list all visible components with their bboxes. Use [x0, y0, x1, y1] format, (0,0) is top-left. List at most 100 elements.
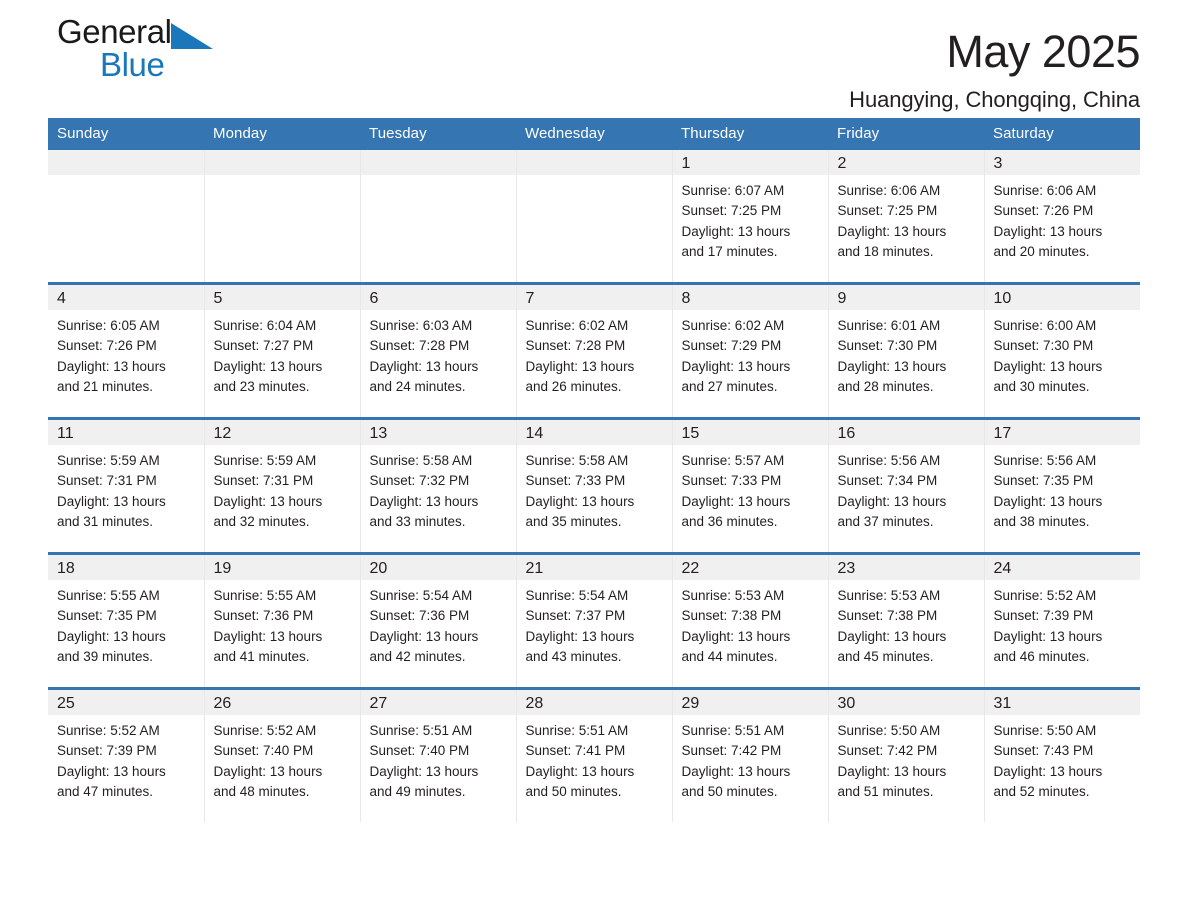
sunset-line: Sunset: 7:35 PM — [57, 608, 157, 624]
day-cell-details — [48, 175, 204, 181]
day-number-band — [204, 150, 360, 175]
day-cell-details — [205, 175, 360, 181]
daylight-line-1: Daylight: 13 hours — [837, 493, 947, 509]
day-cell-details: Sunrise: 5:53 AM Sunset: 7:38 PM Daylight:… — [673, 580, 828, 667]
calendar-day-cell[interactable]: 14 Sunrise: 5:58 AM Sunset: 7:33 PM Dayligh… — [516, 417, 673, 554]
day-number-band: 29 — [672, 690, 828, 715]
sunset-line: Sunset: 7:35 PM — [993, 473, 1094, 489]
daylight-line-1: Daylight: 13 hours — [681, 763, 791, 779]
calendar-day-cell[interactable]: 6 Sunrise: 6:03 AM Sunset: 7:28 PM Daylight… — [360, 282, 517, 419]
calendar-day-cell[interactable]: 15 Sunrise: 5:57 AM Sunset: 7:33 PM Dayligh… — [672, 417, 829, 554]
day-number-band: 14 — [516, 420, 672, 445]
day-number-band: 11 — [48, 420, 204, 445]
calendar-day-cell[interactable]: 7 Sunrise: 6:02 AM Sunset: 7:28 PM Daylight… — [516, 282, 673, 419]
calendar-day-cell[interactable]: 17 Sunrise: 5:56 AM Sunset: 7:35 PM Dayligh… — [984, 417, 1140, 554]
calendar-week-row: 11 Sunrise: 5:59 AM Sunset: 7:31 PM Dayligh… — [48, 417, 1140, 554]
day-number: 2 — [837, 155, 847, 172]
calendar-day-cell[interactable]: 20 Sunrise: 5:54 AM Sunset: 7:36 PM Dayligh… — [360, 552, 517, 689]
sunset-line: Sunset: 7:37 PM — [525, 608, 626, 624]
calendar-day-cell[interactable]: 18 Sunrise: 5:55 AM Sunset: 7:35 PM Dayligh… — [48, 552, 205, 689]
calendar-day-cell[interactable]: 2 Sunrise: 6:06 AM Sunset: 7:25 PM Daylight… — [828, 150, 985, 284]
calendar-day-cell[interactable]: 13 Sunrise: 5:58 AM Sunset: 7:32 PM Dayligh… — [360, 417, 517, 554]
daylight-line-1: Daylight: 13 hours — [213, 628, 323, 644]
calendar-day-cell[interactable]: 28 Sunrise: 5:51 AM Sunset: 7:41 PM Dayligh… — [516, 687, 673, 822]
day-number: 21 — [525, 560, 544, 577]
daylight-line-1: Daylight: 13 hours — [213, 493, 323, 509]
calendar-day-cell[interactable]: 19 Sunrise: 5:55 AM Sunset: 7:36 PM Dayligh… — [204, 552, 361, 689]
sunset-line: Sunset: 7:38 PM — [681, 608, 782, 624]
calendar-day-cell[interactable]: 22 Sunrise: 5:53 AM Sunset: 7:38 PM Dayligh… — [672, 552, 829, 689]
calendar-week-row: 4 Sunrise: 6:05 AM Sunset: 7:26 PM Daylight… — [48, 282, 1140, 419]
calendar-day-cell[interactable]: 8 Sunrise: 6:02 AM Sunset: 7:29 PM Daylight… — [672, 282, 829, 419]
day-cell-details: Sunrise: 5:50 AM Sunset: 7:43 PM Daylight:… — [985, 715, 1141, 802]
sunrise-line: Sunrise: 6:03 AM — [369, 318, 473, 333]
calendar-day-cell[interactable]: 27 Sunrise: 5:51 AM Sunset: 7:40 PM Dayligh… — [360, 687, 517, 822]
sunset-line: Sunset: 7:26 PM — [57, 338, 157, 354]
calendar-day-cell[interactable]: 4 Sunrise: 6:05 AM Sunset: 7:26 PM Daylight… — [48, 282, 205, 419]
day-number: 25 — [57, 695, 75, 712]
day-cell-details: Sunrise: 5:57 AM Sunset: 7:33 PM Daylight:… — [673, 445, 828, 532]
general-blue-logo[interactable]: General Blue — [57, 12, 357, 104]
weekday-header-row: Sunday Monday Tuesday Wednesday Thursday… — [48, 118, 1140, 150]
daylight-line-1: Daylight: 13 hours — [993, 223, 1103, 239]
day-number-band: 13 — [360, 420, 516, 445]
sunset-line: Sunset: 7:27 PM — [213, 338, 314, 354]
daylight-line-2: and 38 minutes. — [993, 513, 1090, 529]
calendar-day-cell[interactable]: 9 Sunrise: 6:01 AM Sunset: 7:30 PM Daylight… — [828, 282, 985, 419]
sunrise-line: Sunrise: 6:02 AM — [681, 318, 785, 333]
day-number: 18 — [57, 560, 75, 577]
calendar-day-cell[interactable]: 30 Sunrise: 5:50 AM Sunset: 7:42 PM Dayligh… — [828, 687, 985, 822]
sunset-line: Sunset: 7:28 PM — [369, 338, 470, 354]
sunrise-line: Sunrise: 5:56 AM — [837, 453, 941, 468]
daylight-line-2: and 41 minutes. — [213, 648, 310, 664]
daylight-line-2: and 24 minutes. — [369, 378, 466, 394]
daylight-line-2: and 35 minutes. — [525, 513, 622, 529]
day-cell-details: Sunrise: 5:59 AM Sunset: 7:31 PM Daylight:… — [205, 445, 360, 532]
calendar-day-cell[interactable]: 12 Sunrise: 5:59 AM Sunset: 7:31 PM Dayligh… — [204, 417, 361, 554]
sunrise-line: Sunrise: 6:06 AM — [837, 183, 941, 198]
calendar-day-cell[interactable]: 25 Sunrise: 5:52 AM Sunset: 7:39 PM Dayligh… — [48, 687, 205, 822]
daylight-line-1: Daylight: 13 hours — [57, 493, 166, 509]
sunrise-line: Sunrise: 5:59 AM — [213, 453, 317, 468]
calendar-day-cell[interactable]: 26 Sunrise: 5:52 AM Sunset: 7:40 PM Dayligh… — [204, 687, 361, 822]
daylight-line-2: and 31 minutes. — [57, 513, 154, 529]
sunrise-line: Sunrise: 5:56 AM — [993, 453, 1097, 468]
day-number-band: 20 — [360, 555, 516, 580]
sunrise-line: Sunrise: 6:00 AM — [993, 318, 1097, 333]
daylight-line-2: and 33 minutes. — [369, 513, 466, 529]
day-cell-details: Sunrise: 6:06 AM Sunset: 7:25 PM Daylight:… — [829, 175, 984, 262]
calendar-day-cell[interactable]: 23 Sunrise: 5:53 AM Sunset: 7:38 PM Dayligh… — [828, 552, 985, 689]
day-cell-details: Sunrise: 5:51 AM Sunset: 7:40 PM Daylight:… — [361, 715, 516, 802]
day-number-band: 15 — [672, 420, 828, 445]
daylight-line-1: Daylight: 13 hours — [681, 223, 791, 239]
calendar-week-row: 25 Sunrise: 5:52 AM Sunset: 7:39 PM Dayligh… — [48, 687, 1141, 822]
calendar-day-cell[interactable]: 31 Sunrise: 5:50 AM Sunset: 7:43 PM Dayligh… — [984, 687, 1141, 822]
calendar-day-cell[interactable]: 16 Sunrise: 5:56 AM Sunset: 7:34 PM Dayligh… — [828, 417, 985, 554]
day-number: 22 — [681, 560, 700, 577]
calendar-day-cell[interactable]: 11 Sunrise: 5:59 AM Sunset: 7:31 PM Dayligh… — [48, 417, 205, 554]
calendar-day-cell[interactable]: 3 Sunrise: 6:06 AM Sunset: 7:26 PM Daylight… — [984, 150, 1140, 284]
calendar-day-cell[interactable]: 1 Sunrise: 6:07 AM Sunset: 7:25 PM Daylight… — [672, 150, 829, 284]
calendar-day-cell[interactable]: 5 Sunrise: 6:04 AM Sunset: 7:27 PM Daylight… — [204, 282, 361, 419]
day-number: 28 — [525, 695, 544, 712]
day-cell-details: Sunrise: 6:07 AM Sunset: 7:25 PM Daylight:… — [673, 175, 828, 262]
daylight-line-1: Daylight: 13 hours — [993, 628, 1103, 644]
daylight-line-1: Daylight: 13 hours — [369, 358, 479, 374]
sunrise-line: Sunrise: 5:58 AM — [369, 453, 473, 468]
daylight-line-2: and 21 minutes. — [57, 378, 154, 394]
sunrise-line: Sunrise: 6:05 AM — [57, 318, 160, 333]
day-number-band — [516, 150, 672, 175]
calendar-day-cell[interactable]: 24 Sunrise: 5:52 AM Sunset: 7:39 PM Dayligh… — [984, 552, 1140, 689]
day-number-band: 6 — [360, 285, 516, 310]
calendar-day-cell[interactable]: 29 Sunrise: 5:51 AM Sunset: 7:42 PM Dayligh… — [672, 687, 829, 822]
calendar-day-cell[interactable]: 21 Sunrise: 5:54 AM Sunset: 7:37 PM Dayligh… — [516, 552, 673, 689]
calendar-day-cell[interactable]: 10 Sunrise: 6:00 AM Sunset: 7:30 PM Dayligh… — [984, 282, 1140, 419]
daylight-line-1: Daylight: 13 hours — [525, 628, 635, 644]
day-number: 24 — [993, 560, 1012, 577]
location-subtitle: Huangying, Chongqing, China — [849, 86, 1140, 112]
daylight-line-2: and 23 minutes. — [213, 378, 310, 394]
weekday-header-wednesday: Wednesday — [516, 118, 672, 150]
sunrise-line: Sunrise: 5:50 AM — [837, 723, 941, 738]
calendar-day-cell-empty — [516, 150, 673, 284]
sunset-line: Sunset: 7:36 PM — [369, 608, 470, 624]
